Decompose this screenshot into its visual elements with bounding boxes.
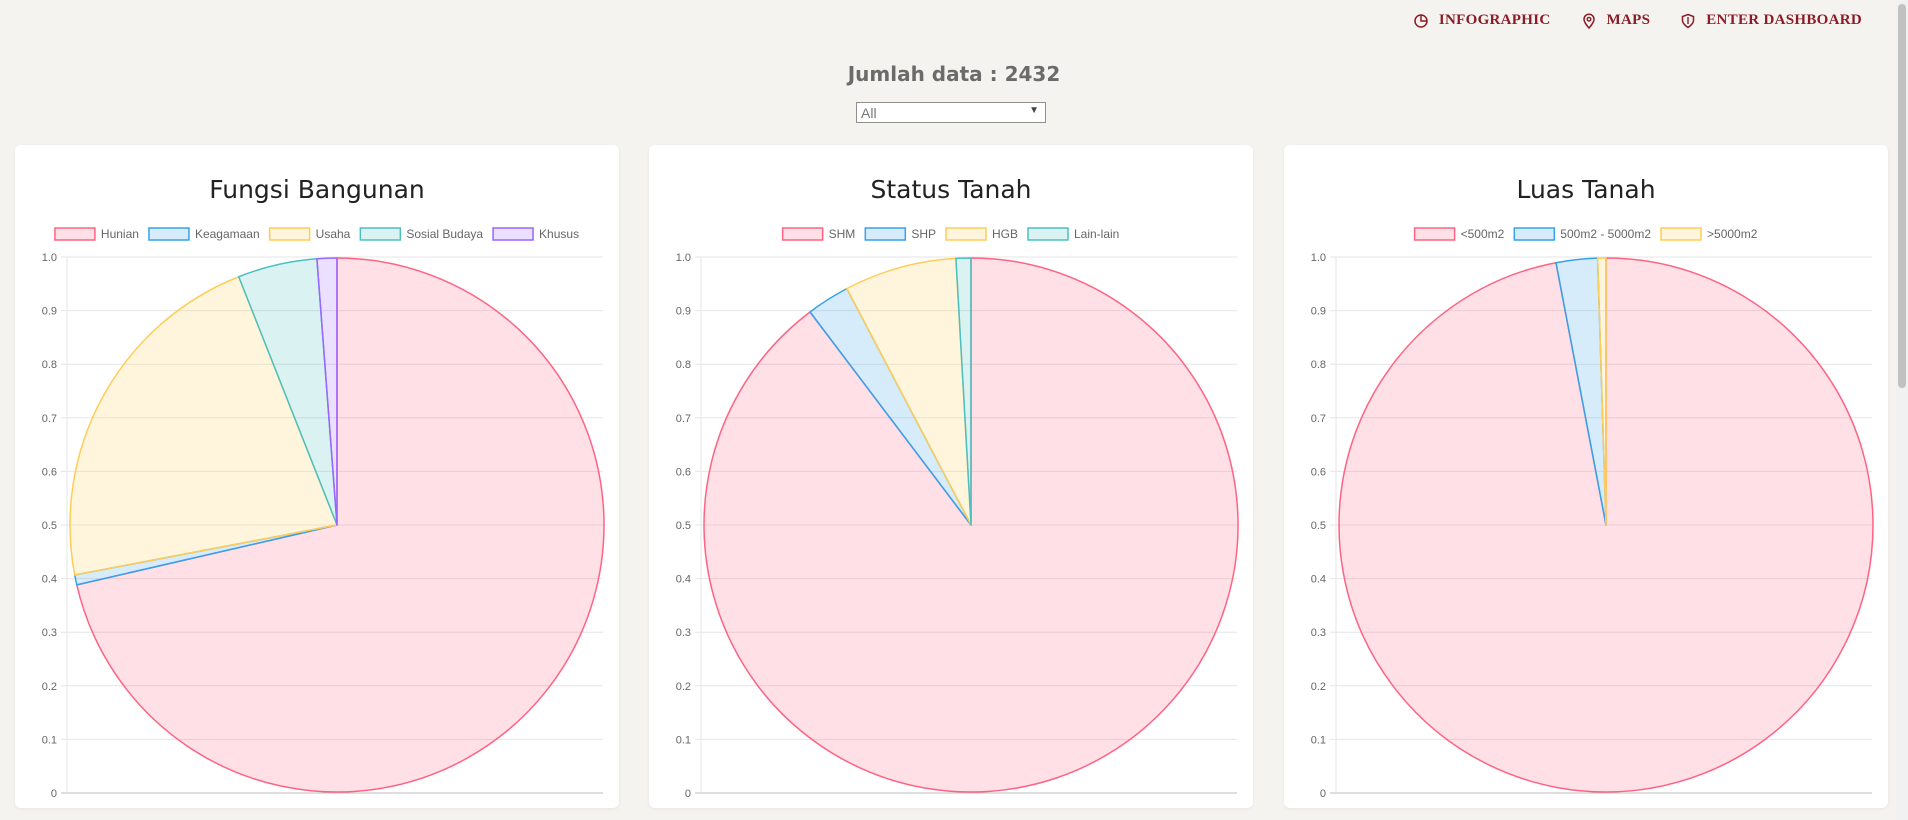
legend-swatch	[1660, 227, 1702, 241]
y-tick-label: 0.8	[1311, 359, 1326, 371]
legend-label: <500m2	[1461, 227, 1505, 241]
legend-label: Keagamaan	[195, 227, 260, 241]
legend-swatch	[492, 227, 534, 241]
nav-infographic-link[interactable]: INFOGRAPHIC	[1413, 12, 1551, 29]
legend-item[interactable]: Usaha	[268, 227, 351, 241]
legend-swatch	[359, 227, 402, 241]
scrollbar-thumb[interactable]	[1898, 4, 1906, 388]
y-tick-label: 0.2	[676, 681, 691, 693]
y-tick-label: 0.7	[676, 413, 691, 425]
legend-swatch	[1513, 227, 1556, 241]
y-tick-label: 0.4	[1311, 574, 1326, 586]
y-tick-label: 0.6	[42, 466, 57, 478]
y-tick-label: 1.0	[42, 252, 57, 264]
summary: Jumlah data : 2432	[0, 62, 1908, 86]
y-tick-label: 0.9	[676, 306, 691, 318]
legend-label: SHP	[911, 227, 936, 241]
y-tick-label: 0.1	[42, 734, 57, 746]
legend-swatch	[945, 227, 987, 241]
y-tick-label: 0.8	[42, 359, 57, 371]
legend-item[interactable]: <500m2	[1413, 227, 1505, 241]
y-tick-label: 0.7	[1311, 413, 1326, 425]
top-nav: INFOGRAPHIC MAPS ENTER DASHBOARD	[1413, 12, 1862, 29]
y-tick-label: 1.0	[1311, 252, 1326, 264]
legend-item[interactable]: SHP	[864, 227, 936, 241]
nav-dashboard-label: ENTER DASHBOARD	[1706, 12, 1862, 28]
legend-swatch	[1413, 227, 1456, 241]
y-tick-label: 0.9	[42, 306, 57, 318]
nav-dashboard-link[interactable]: ENTER DASHBOARD	[1680, 12, 1862, 29]
chart-title: Fungsi Bangunan	[209, 175, 425, 204]
legend-item[interactable]: >5000m2	[1660, 227, 1758, 241]
legend-label: Khusus	[539, 227, 579, 241]
chart-card-status-tanah: Status Tanah SHM SHP HGB Lain-lain 1.0 0.9 0.8 0…	[649, 145, 1253, 808]
legend-swatch	[1027, 227, 1069, 241]
legend-label: Usaha	[316, 227, 351, 241]
legend-item[interactable]: SHM	[781, 227, 856, 241]
legend-swatch	[54, 227, 96, 241]
y-tick-label: 0.3	[42, 627, 57, 639]
filter-select[interactable]: All ▼	[856, 102, 1046, 123]
legend-item[interactable]: Sosial Budaya	[359, 227, 483, 241]
legend-swatch	[148, 227, 190, 241]
chart-svg: Fungsi Bangunan Hunian Keagamaan Usaha Sosia…	[42, 175, 605, 800]
chevron-down-icon: ▼	[1029, 105, 1039, 116]
legend-item[interactable]: Khusus	[492, 227, 579, 241]
y-tick-label: 0.5	[42, 520, 57, 532]
legend-label: >5000m2	[1707, 227, 1758, 241]
chart-card-luas-tanah: Luas Tanah <500m2 500m2 - 5000m2 >5000m2 1.0…	[1284, 145, 1888, 808]
y-tick-label: 0.5	[1311, 520, 1326, 532]
y-tick-label: 0	[1320, 788, 1326, 800]
y-tick-label: 0.2	[42, 681, 57, 693]
y-tick-label: 0.1	[1311, 734, 1326, 746]
y-tick-label: 0	[685, 788, 691, 800]
y-tick-label: 0.7	[42, 413, 57, 425]
legend-swatch	[268, 227, 311, 241]
page: INFOGRAPHIC MAPS ENTER DASHBOARD Jumlah …	[0, 0, 1908, 820]
chart-card-fungsi-bangunan: Fungsi Bangunan Hunian Keagamaan Usaha Sosia…	[15, 145, 619, 808]
nav-infographic-label: INFOGRAPHIC	[1438, 12, 1551, 28]
filter-selected-value: All	[861, 105, 877, 121]
nav-maps-link[interactable]: MAPS	[1581, 12, 1651, 29]
y-tick-label: 0.9	[1311, 306, 1326, 318]
y-tick-label: 0.4	[676, 574, 691, 586]
legend-swatch	[781, 227, 824, 241]
nav-maps-label: MAPS	[1606, 12, 1651, 28]
y-tick-label: 0.4	[42, 574, 57, 586]
legend-swatch	[864, 227, 907, 241]
pie-chart-icon	[1414, 13, 1428, 28]
y-tick-label: 0.6	[1311, 466, 1326, 478]
chart-title: Status Tanah	[870, 175, 1031, 204]
y-tick-label: 1.0	[676, 252, 691, 264]
legend-item[interactable]: 500m2 - 5000m2	[1513, 227, 1651, 241]
y-tick-label: 0.8	[676, 359, 691, 371]
legend-label: SHM	[829, 227, 856, 241]
legend-item[interactable]: HGB	[945, 227, 1018, 241]
shield-icon	[1681, 13, 1695, 28]
chart-svg: Status Tanah SHM SHP HGB Lain-lain 1.0 0.9 0.8 0…	[676, 175, 1239, 800]
page-scrollbar[interactable]	[1896, 0, 1908, 820]
legend-label: Sosial Budaya	[406, 227, 483, 241]
y-tick-label: 0	[51, 788, 57, 800]
y-tick-label: 0.3	[1311, 627, 1326, 639]
legend-label: HGB	[992, 227, 1018, 241]
y-tick-label: 0.3	[676, 627, 691, 639]
legend-item[interactable]: Lain-lain	[1027, 227, 1119, 241]
chart-svg: Luas Tanah <500m2 500m2 - 5000m2 >5000m2 1.0…	[1311, 175, 1874, 800]
legend-item[interactable]: Keagamaan	[148, 227, 260, 241]
y-tick-label: 0.6	[676, 466, 691, 478]
map-pin-icon	[1582, 13, 1595, 29]
legend-item[interactable]: Hunian	[54, 227, 139, 241]
legend-label: Lain-lain	[1074, 227, 1119, 241]
data-count-title: Jumlah data : 2432	[847, 62, 1061, 86]
chart-title: Luas Tanah	[1516, 175, 1655, 204]
y-tick-label: 0.2	[1311, 681, 1326, 693]
y-tick-label: 0.5	[676, 520, 691, 532]
y-tick-label: 0.1	[676, 734, 691, 746]
legend-label: Hunian	[101, 227, 139, 241]
legend-label: 500m2 - 5000m2	[1560, 227, 1651, 241]
